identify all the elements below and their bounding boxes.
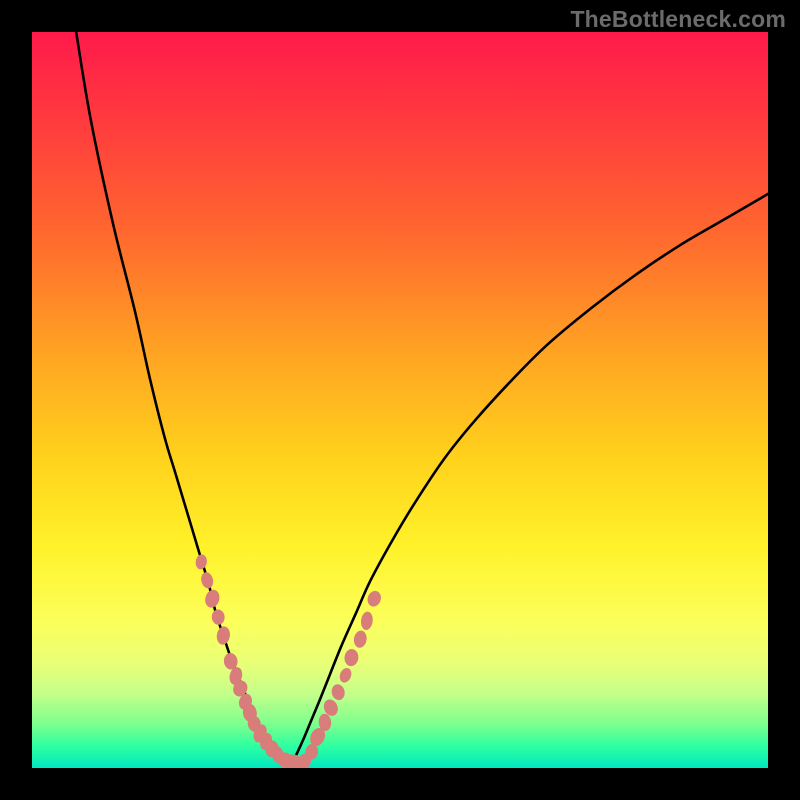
marker-dot	[338, 666, 354, 684]
marker-dot	[215, 625, 231, 645]
curve-right-curve	[290, 194, 768, 768]
marker-dot	[360, 611, 374, 631]
plot-area	[32, 32, 768, 768]
marker-dot	[200, 571, 215, 590]
marker-dot	[195, 554, 208, 571]
watermark-text: TheBottleneck.com	[570, 6, 786, 33]
marker-dot	[353, 630, 368, 649]
curve-layer	[32, 32, 768, 768]
marker-dot	[203, 588, 221, 609]
marker-dot	[365, 589, 383, 608]
marker-dot	[211, 609, 225, 625]
marker-dot	[330, 683, 346, 701]
curve-left-curve	[76, 32, 289, 768]
chart-frame: TheBottleneck.com	[0, 0, 800, 800]
marker-dot	[344, 648, 360, 667]
